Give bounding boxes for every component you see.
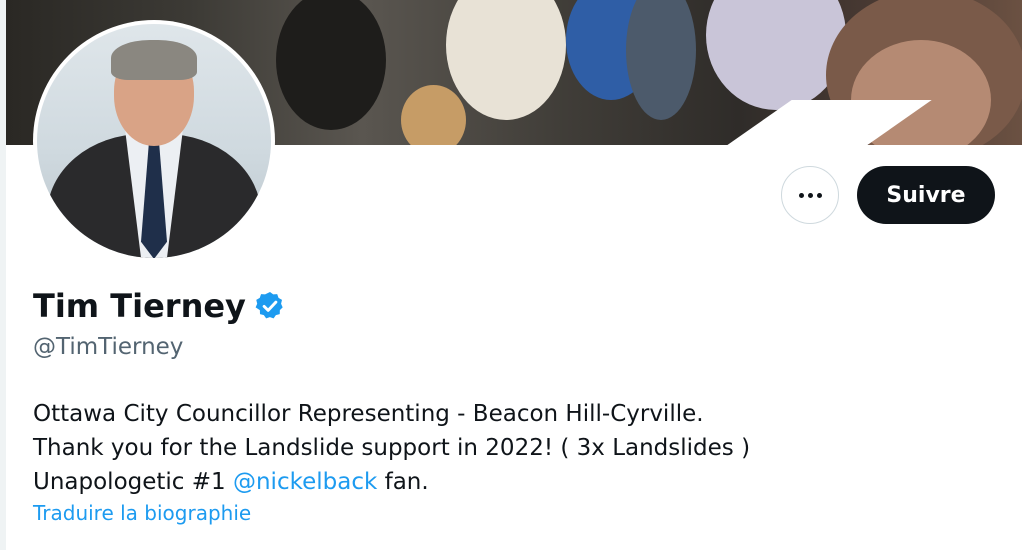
banner-figure [446, 0, 566, 120]
avatar-hair [111, 40, 197, 80]
verified-badge-icon[interactable] [254, 290, 286, 322]
more-horizontal-icon [816, 192, 822, 198]
bio-line: Thank you for the Landslide support in 2… [33, 435, 751, 461]
profile-name: Tim Tierney [33, 287, 246, 325]
more-horizontal-icon [807, 192, 813, 198]
profile-bio: Ottawa City Councillor Representing - Be… [33, 397, 750, 499]
bio-line: Ottawa City Councillor Representing - Be… [33, 401, 704, 427]
translate-bio-link[interactable]: Traduire la biographie [33, 501, 251, 525]
profile-name-row: Tim Tierney [33, 287, 286, 325]
mention-link-nickelback[interactable]: @nickelback [233, 469, 377, 495]
bio-text: fan. [377, 469, 429, 495]
bio-text: Unapologetic #1 [33, 469, 233, 495]
profile-handle: @TimTierney [33, 334, 184, 360]
follow-button[interactable]: Suivre [857, 166, 995, 224]
banner-figure [626, 0, 696, 120]
avatar-photo [37, 24, 271, 258]
profile-avatar[interactable] [33, 20, 275, 262]
more-options-button[interactable] [781, 166, 839, 224]
bio-line: Unapologetic #1 @nickelback fan. [33, 465, 750, 499]
banner-figure [706, 0, 846, 110]
banner-figure [276, 0, 386, 130]
banner-figure [401, 85, 466, 145]
more-horizontal-icon [798, 192, 804, 198]
